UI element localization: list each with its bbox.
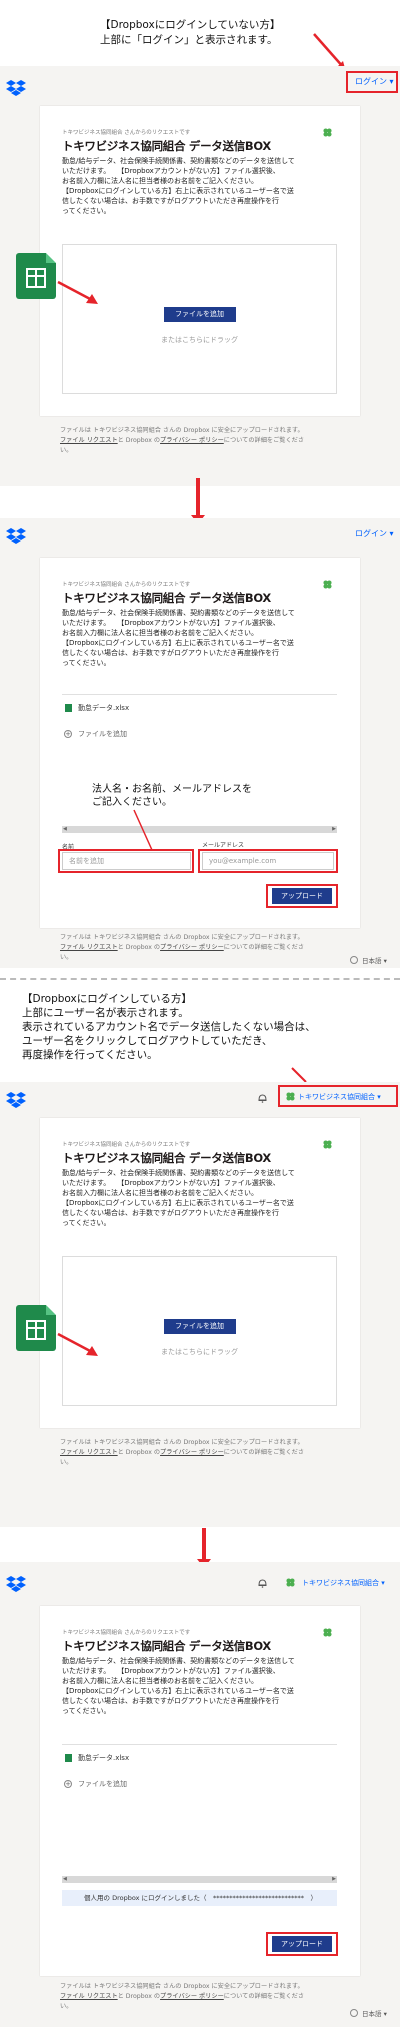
- clover-icon: [323, 128, 332, 137]
- arrow-to-dropzone: [57, 280, 98, 304]
- request-from: トキワビジネス協同組合 さんからのリクエストです: [62, 1630, 191, 1636]
- page-panel-2: ログイン ▾ トキワビジネス協同組合 さんからのリクエストです トキワビジネス協…: [0, 518, 400, 968]
- down-arrow-1: [191, 478, 205, 524]
- description: 勤怠/給与データ、社会保険手続関係書、契約書類などのデータを送信して いただけま…: [62, 1169, 295, 1227]
- drop-zone[interactable]: ファイルを追加 またはこちらにドラッグ: [62, 1256, 337, 1406]
- request-card: トキワビジネス協同組合 さんからのリクエストです トキワビジネス協同組合 データ…: [40, 1118, 360, 1428]
- chevron-down-icon: ▾: [383, 2010, 387, 2018]
- request-card: トキワビジネス協同組合 さんからのリクエストです トキワビジネス協同組合 データ…: [40, 106, 360, 416]
- privacy-policy-link[interactable]: プライバシー ポリシー: [160, 1449, 224, 1456]
- horizontal-scrollbar[interactable]: ◀ ▶: [62, 826, 337, 833]
- page-panel-3: トキワビジネス協同組合 ▾ トキワビジネス協同組合 さんからのリクエストです ト…: [0, 1082, 400, 1527]
- add-files-button[interactable]: ファイルを追加: [163, 1319, 236, 1334]
- scroll-left-icon[interactable]: ◀: [63, 1876, 67, 1882]
- drop-zone[interactable]: ファイルを追加 またはこちらにドラッグ: [62, 244, 337, 394]
- description: 勤怠/給与データ、社会保険手続関係書、契約書類などのデータを送信して いただけま…: [62, 1657, 295, 1715]
- chevron-down-icon: ▾: [383, 957, 387, 965]
- file-row[interactable]: 勤怠データ.xlsx: [62, 703, 337, 715]
- privacy-policy-link[interactable]: プライバシー ポリシー: [160, 1993, 224, 2000]
- description: 勤怠/給与データ、社会保険手続関係書、契約書類などのデータを送信して いただけま…: [62, 609, 295, 667]
- add-files-link[interactable]: + ファイルを追加: [62, 1779, 337, 1791]
- page-title: トキワビジネス協同組合 データ送信BOX: [62, 139, 271, 153]
- note-fill-fields: 法人名・お名前、メールアドレスを ご記入ください。: [92, 784, 252, 808]
- down-arrow-2: [197, 1528, 211, 1568]
- scroll-left-icon[interactable]: ◀: [63, 826, 67, 832]
- clover-icon: [323, 1140, 332, 1149]
- note-not-logged-in: 【Dropboxにログインしていない方】 上部に「ログイン」と表示されます。: [100, 19, 281, 46]
- login-link[interactable]: ログイン ▾: [355, 528, 394, 539]
- file-request-link[interactable]: ファイル リクエスト: [60, 1449, 118, 1456]
- request-card: トキワビジネス協同組合 さんからのリクエストです トキワビジネス協同組合 データ…: [40, 1606, 360, 1976]
- bell-icon[interactable]: [258, 1093, 267, 1103]
- footer-text: ファイルは トキワビジネス協同組合 さんの Dropbox に安全にアップロード…: [60, 1439, 305, 1466]
- chevron-down-icon: ▾: [381, 1579, 385, 1587]
- login-link[interactable]: ログイン ▾: [355, 76, 394, 87]
- file-request-link[interactable]: ファイル リクエスト: [60, 1993, 118, 2000]
- google-sheets-icon: [16, 1305, 56, 1351]
- dropbox-logo-icon[interactable]: [6, 528, 26, 546]
- name-field[interactable]: 名前を追加: [62, 852, 191, 870]
- chevron-down-icon: ▾: [389, 529, 394, 538]
- pointer-line: [133, 809, 153, 851]
- arrow-to-dropzone: [57, 1332, 98, 1356]
- section-divider: [0, 978, 400, 980]
- chevron-down-icon: ▾: [377, 1093, 381, 1101]
- add-files-link[interactable]: + ファイルを追加: [62, 729, 337, 741]
- note-logged-in: 【Dropboxにログインしている方】 上部にユーザー名が表示されます。 表示さ…: [22, 993, 316, 1061]
- globe-icon: [350, 2009, 358, 2017]
- globe-icon: [350, 956, 358, 964]
- clover-icon: [323, 580, 332, 589]
- plus-icon: +: [64, 1780, 72, 1788]
- excel-file-icon: [65, 704, 72, 712]
- request-card: トキワビジネス協同組合 さんからのリクエストです トキワビジネス協同組合 データ…: [40, 558, 360, 928]
- file-list: 勤怠データ.xlsx + ファイルを追加: [62, 1744, 337, 1874]
- footer-text: ファイルは トキワビジネス協同組合 さんの Dropbox に安全にアップロード…: [60, 1983, 305, 2010]
- page-title: トキワビジネス協同組合 データ送信BOX: [62, 1151, 271, 1165]
- drag-hint: またはこちらにドラッグ: [161, 336, 238, 344]
- user-menu[interactable]: トキワビジネス協同組合 ▾: [298, 1092, 381, 1102]
- privacy-policy-link[interactable]: プライバシー ポリシー: [160, 437, 224, 444]
- dropbox-logo-icon[interactable]: [6, 80, 26, 98]
- language-selector[interactable]: 日本語 ▾: [362, 2008, 387, 2018]
- clover-icon: [286, 1092, 295, 1101]
- footer-text: ファイルは トキワビジネス協同組合 さんの Dropbox に安全にアップロード…: [60, 427, 305, 454]
- page-panel-1: ログイン ▾ トキワビジネス協同組合 さんからのリクエストです トキワビジネス協…: [0, 66, 400, 486]
- email-field[interactable]: you@example.com: [202, 852, 334, 870]
- add-files-button[interactable]: ファイルを追加: [163, 307, 236, 322]
- dropbox-logo-icon[interactable]: [6, 1576, 26, 1594]
- page-panel-4: トキワビジネス協同組合 ▾ トキワビジネス協同組合 さんからのリクエストです ト…: [0, 1562, 400, 2027]
- file-row[interactable]: 勤怠データ.xlsx: [62, 1753, 337, 1765]
- scroll-right-icon[interactable]: ▶: [332, 826, 336, 832]
- file-request-link[interactable]: ファイル リクエスト: [60, 437, 118, 444]
- page-title: トキワビジネス協同組合 データ送信BOX: [62, 1639, 271, 1653]
- request-from: トキワビジネス協同組合 さんからのリクエストです: [62, 130, 191, 136]
- user-menu[interactable]: トキワビジネス協同組合 ▾: [302, 1578, 385, 1588]
- excel-file-icon: [65, 1754, 72, 1762]
- upload-button[interactable]: アップロード: [272, 1936, 332, 1952]
- file-request-link[interactable]: ファイル リクエスト: [60, 944, 118, 951]
- request-from: トキワビジネス協同組合 さんからのリクエストです: [62, 1142, 191, 1148]
- chevron-down-icon: ▾: [389, 77, 394, 86]
- request-from: トキワビジネス協同組合 さんからのリクエストです: [62, 582, 191, 588]
- bell-icon[interactable]: [258, 1578, 267, 1588]
- horizontal-scrollbar[interactable]: ◀ ▶: [62, 1876, 337, 1883]
- email-label: メールアドレス: [202, 842, 245, 849]
- dropbox-logo-icon[interactable]: [6, 1092, 26, 1110]
- upload-button[interactable]: アップロード: [272, 888, 332, 904]
- description: 勤怠/給与データ、社会保険手続関係書、契約書類などのデータを送信して いただけま…: [62, 157, 295, 215]
- google-sheets-icon: [16, 253, 56, 299]
- privacy-policy-link[interactable]: プライバシー ポリシー: [160, 944, 224, 951]
- scroll-right-icon[interactable]: ▶: [332, 1876, 336, 1882]
- page-title: トキワビジネス協同組合 データ送信BOX: [62, 591, 271, 605]
- logged-in-banner: 個人用の Dropbox にログインしました（ ****************…: [62, 1890, 337, 1906]
- clover-icon: [323, 1628, 332, 1637]
- clover-icon: [286, 1578, 295, 1587]
- footer-text: ファイルは トキワビジネス協同組合 さんの Dropbox に安全にアップロード…: [60, 934, 305, 961]
- plus-icon: +: [64, 730, 72, 738]
- language-selector[interactable]: 日本語 ▾: [362, 955, 387, 965]
- drag-hint: またはこちらにドラッグ: [161, 1348, 238, 1356]
